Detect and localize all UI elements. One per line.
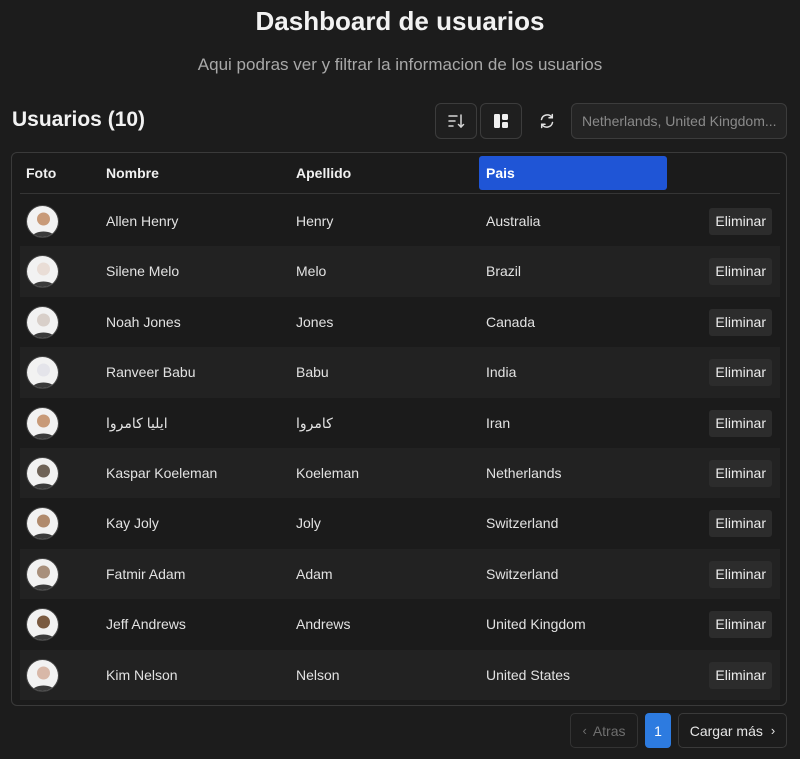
user-avatar [26,456,59,490]
delete-user-button[interactable]: Eliminar [709,510,772,538]
previous-page-button[interactable]: ‹ Atras [570,713,638,748]
cell-apellido: کامروا [296,414,333,431]
delete-user-button[interactable]: Eliminar [709,258,772,286]
sort-button[interactable] [435,103,477,139]
chevron-right-icon: › [770,723,776,738]
avatar-photo-icon [27,407,58,439]
sort-icon [448,114,465,129]
cell-pais: United Kingdom [486,616,586,633]
cell-pais: Canada [486,313,536,330]
cell-nombre: Kay Joly [106,515,159,532]
cell-nombre: Silene Melo [106,263,180,280]
user-avatar [26,608,59,642]
cell-pais: India [486,364,517,381]
users-count-heading: Usuarios (10) [12,108,146,131]
table-row: Ranveer Babu Babu India Eliminar [20,347,780,398]
delete-user-button[interactable]: Eliminar [709,459,772,487]
cell-nombre: Kaspar Koeleman [106,464,218,481]
cell-apellido: Joly [296,515,321,532]
cell-pais: United States [486,666,571,683]
refresh-button[interactable] [526,103,568,139]
user-avatar [26,255,59,289]
cell-pais: Brazil [486,263,522,280]
cell-nombre: Fatmir Adam [106,565,186,582]
delete-user-button[interactable]: Eliminar [709,611,772,639]
column-header-pais[interactable]: Pais [479,156,667,190]
user-avatar [26,305,59,339]
table-row: Noah Jones Jones Canada Eliminar [20,297,780,347]
avatar-photo-icon [27,609,58,641]
table-row: Jeff Andrews Andrews United Kingdom Elimina… [20,599,780,649]
avatar-photo-icon [27,357,58,389]
user-avatar [26,356,59,390]
delete-user-button[interactable]: Eliminar [709,208,772,235]
grid-icon [494,114,508,128]
cell-apellido: Koeleman [296,464,360,481]
avatar-photo-icon [27,256,58,288]
user-avatar [26,205,59,238]
chevron-left-icon: ‹ [582,723,587,738]
column-header-foto[interactable]: Foto [26,153,56,194]
load-more-button[interactable]: Cargar más › [678,713,787,748]
table-row: Kay Joly Joly Switzerland Eliminar [20,498,780,548]
cell-nombre: Allen Henry [106,213,179,229]
users-table: Foto Nombre Apellido Pais Allen Henry Hen… [11,152,787,706]
delete-user-button[interactable]: Eliminar [709,359,772,387]
cell-apellido: Andrews [296,616,351,633]
table-row: ایلیا کامروا کامروا Iran Eliminar [20,398,780,448]
table-row: Silene Melo Melo Brazil Eliminar [20,246,780,297]
previous-page-label: Atras [592,722,626,739]
column-header-nombre[interactable]: Nombre [106,153,159,194]
table-row: Kim Nelson Nelson United States Eliminar [20,649,780,700]
delete-user-button[interactable]: Eliminar [709,409,772,437]
cell-apellido: Melo [296,263,327,280]
cell-nombre: ایلیا کامروا [106,414,168,431]
page-title: Dashboard de usuarios [255,6,545,36]
user-avatar [26,557,59,591]
cell-nombre: Kim Nelson [106,666,178,683]
cell-pais: Switzerland [486,565,559,582]
avatar-photo-icon [27,457,58,489]
cell-apellido: Henry [296,213,334,229]
table-row: Kaspar Koeleman Koeleman Netherlands Elimin… [20,447,780,499]
user-avatar [26,658,59,692]
avatar-photo-icon [27,306,58,338]
cell-apellido: Nelson [296,666,340,683]
table-body: Allen Henry Henry Australia Eliminar Silene … [20,196,780,700]
avatar-photo-icon [27,508,58,540]
load-more-label: Cargar más [689,722,763,739]
table-row: Fatmir Adam Adam Switzerland Eliminar [20,548,780,600]
delete-user-button[interactable]: Eliminar [709,560,772,588]
table-row: Allen Henry Henry Australia Eliminar [20,196,780,246]
cell-nombre: Jeff Andrews [106,616,186,633]
user-avatar [26,406,59,440]
cell-apellido: Jones [296,313,334,330]
page-number-button[interactable]: 1 [645,713,671,748]
cell-pais: Australia [486,213,541,229]
table-header: Foto Nombre Apellido Pais [20,153,780,194]
cell-pais: Switzerland [486,515,559,532]
avatar-photo-icon [27,206,58,237]
user-avatar [26,507,59,541]
cell-nombre: Ranveer Babu [106,364,196,381]
grid-view-button[interactable] [480,103,522,139]
delete-user-button[interactable]: Eliminar [709,308,772,336]
dashboard-page: Dashboard de usuarios Aqui podras ver y … [0,0,800,759]
cell-apellido: Adam [296,565,333,582]
cell-nombre: Noah Jones [106,313,181,330]
avatar-photo-icon [27,659,58,691]
avatar-photo-icon [27,558,58,590]
cell-pais: Iran [486,414,511,431]
page-subtitle: Aqui podras ver y filtrar la informacion… [197,55,603,74]
country-search-input[interactable] [571,103,787,139]
column-header-apellido[interactable]: Apellido [296,153,351,194]
refresh-icon [540,113,554,129]
cell-pais: Netherlands [486,464,562,481]
delete-user-button[interactable]: Eliminar [709,661,772,689]
cell-apellido: Babu [296,364,329,381]
